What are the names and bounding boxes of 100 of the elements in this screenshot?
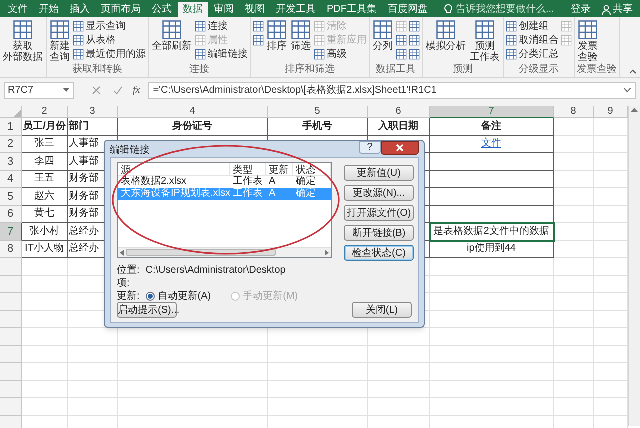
ribbon-button[interactable]: 连接 — [195, 20, 248, 33]
vertical-scrollbar[interactable] — [628, 106, 640, 426]
ribbon-tab[interactable]: 百度网盘 — [383, 2, 433, 17]
row-header[interactable]: 3 — [0, 153, 22, 170]
ribbon-tab[interactable]: 审阅 — [209, 2, 239, 17]
dialog-button[interactable]: 打开源文件(O) — [344, 205, 414, 221]
ribbon-tab[interactable]: 开始 — [34, 2, 64, 17]
file-link[interactable]: 文件 — [482, 136, 502, 152]
table-cell — [368, 346, 430, 363]
toolbar-button[interactable] — [253, 34, 264, 47]
row-header[interactable]: 2 — [0, 136, 22, 153]
close-dialog-button[interactable]: 关闭(L) — [352, 302, 412, 318]
row-header[interactable] — [0, 380, 22, 398]
ribbon-button[interactable]: 全部刷新 — [151, 20, 193, 52]
row-header[interactable]: 1 — [0, 118, 22, 136]
ribbon-button[interactable]: 分类汇总 — [506, 48, 559, 61]
column-header[interactable]: 6 — [368, 106, 430, 118]
ribbon-button[interactable]: 从表格 — [73, 34, 146, 47]
toolbar-button[interactable] — [409, 48, 420, 61]
row-header[interactable] — [0, 416, 22, 428]
dialog-button[interactable]: 检查状态(C) — [344, 245, 414, 261]
group-label: 获取和转换 — [72, 64, 122, 76]
column-header[interactable]: 7 — [430, 106, 554, 118]
startup-prompt-button[interactable]: 启动提示(S)... — [117, 302, 177, 318]
link-row[interactable]: 表格数据2.xlsx 工作表 A 确定 — [118, 176, 331, 188]
ribbon-button[interactable]: 新建 查询 — [49, 20, 71, 63]
dialog-button[interactable]: 断开链接(B) — [344, 225, 414, 241]
toolbar-button[interactable] — [409, 34, 420, 47]
close-button[interactable] — [381, 141, 419, 155]
ribbon-tab[interactable]: 公式 — [147, 2, 177, 17]
ribbon-button[interactable]: 排序 — [266, 20, 288, 52]
ribbon-button[interactable]: 预测 工作表 — [469, 20, 501, 63]
list-column-header[interactable]: 更新 — [266, 163, 293, 175]
row-header[interactable] — [0, 346, 22, 363]
row-header[interactable] — [0, 276, 22, 293]
column-header[interactable]: 5 — [268, 106, 368, 118]
table-cell — [554, 170, 594, 188]
name-box[interactable]: R7C7 — [4, 82, 74, 98]
row-header[interactable]: 8 — [0, 240, 22, 258]
row-header[interactable] — [0, 310, 22, 328]
toolbar-button[interactable] — [396, 34, 407, 47]
ribbon-button[interactable]: 创建组 — [506, 20, 559, 33]
list-cell-text: A — [268, 176, 277, 188]
ribbon-button[interactable]: 高级 — [314, 48, 367, 61]
column-header[interactable]: 4 — [118, 106, 268, 118]
toolbar-button[interactable] — [396, 48, 407, 61]
list-cell-text: 表格数据2.xlsx — [120, 176, 188, 188]
share-button[interactable]: 共享 — [597, 2, 638, 17]
toolbar-button[interactable] — [409, 20, 420, 33]
row-header[interactable]: 4 — [0, 170, 22, 188]
ribbon-button[interactable]: 筛选 — [290, 20, 312, 52]
row-header[interactable]: 7 — [0, 223, 22, 240]
ribbon-tab[interactable]: PDF工具集 — [322, 2, 382, 17]
row-header[interactable]: 5 — [0, 188, 22, 206]
ribbon-button[interactable]: 编辑链接 — [195, 48, 248, 61]
column-header[interactable]: 9 — [594, 106, 628, 118]
cancel-icon — [92, 86, 101, 94]
list-column-header[interactable]: 状态 — [293, 163, 331, 175]
collapse-caret-icon — [629, 69, 637, 74]
ribbon-tab[interactable]: 开发工具 — [271, 2, 321, 17]
row-header[interactable] — [0, 258, 22, 276]
table-cell — [22, 276, 68, 293]
scroll-up-arrow-icon — [631, 108, 638, 112]
ribbon-button[interactable]: 取消组合 — [506, 34, 559, 47]
ribbon-button[interactable]: 最近使用的源 — [73, 48, 146, 61]
sign-in-link[interactable]: 登录 — [566, 2, 596, 17]
row-header[interactable] — [0, 398, 22, 416]
table-icon — [409, 49, 420, 60]
group-label: 数据工具 — [376, 64, 416, 76]
insert-function-button[interactable]: fx — [133, 82, 140, 98]
horizontal-scrollbar[interactable] — [118, 247, 331, 257]
toolbar-button[interactable] — [253, 20, 264, 33]
ribbon-button[interactable]: 获取 外部数据 — [2, 20, 44, 63]
column-header[interactable]: 2 — [22, 106, 68, 118]
table-icon — [73, 21, 84, 32]
table-cell: IT小人物 — [22, 240, 68, 258]
ribbon-button[interactable]: 分列 — [372, 20, 394, 52]
ribbon-tab[interactable]: 视图 — [240, 2, 270, 17]
ribbon-button[interactable]: 模拟分析 — [425, 20, 467, 52]
ribbon-button[interactable]: 显示查询 — [73, 20, 146, 33]
ribbon-button[interactable]: 发票 查验 — [577, 20, 599, 63]
ribbon-tab[interactable]: 插入 — [65, 2, 95, 17]
row-header[interactable]: 6 — [0, 206, 22, 223]
list-column-header[interactable]: 类型 — [230, 163, 266, 175]
group-label: 分级显示 — [519, 64, 559, 76]
formula-field[interactable]: ='C:\Users\Administrator\Desktop\[表格数据2.xlsx]Sheet1'!R1C1 — [148, 82, 636, 98]
ribbon-tab[interactable]: 文件 — [3, 2, 33, 17]
row-header[interactable] — [0, 328, 22, 346]
dialog-button[interactable]: 更改源(N)... — [344, 185, 414, 201]
radio-option[interactable]: 自动更新(A) — [146, 288, 212, 304]
column-header[interactable]: 8 — [554, 106, 594, 118]
dialog-button[interactable]: 更新值(U) — [344, 165, 414, 181]
tell-me-field[interactable]: 告诉我您想要做什么... — [444, 2, 554, 17]
help-button[interactable]: ? — [359, 141, 381, 154]
row-header[interactable] — [0, 363, 22, 380]
row-header[interactable] — [0, 293, 22, 310]
ribbon-tab[interactable]: 页面布局 — [96, 2, 146, 17]
ribbon-tab[interactable]: 数据 — [178, 2, 208, 17]
column-header[interactable]: 3 — [68, 106, 118, 118]
table-cell: 是表格数据2文件中的数据 — [430, 223, 554, 240]
